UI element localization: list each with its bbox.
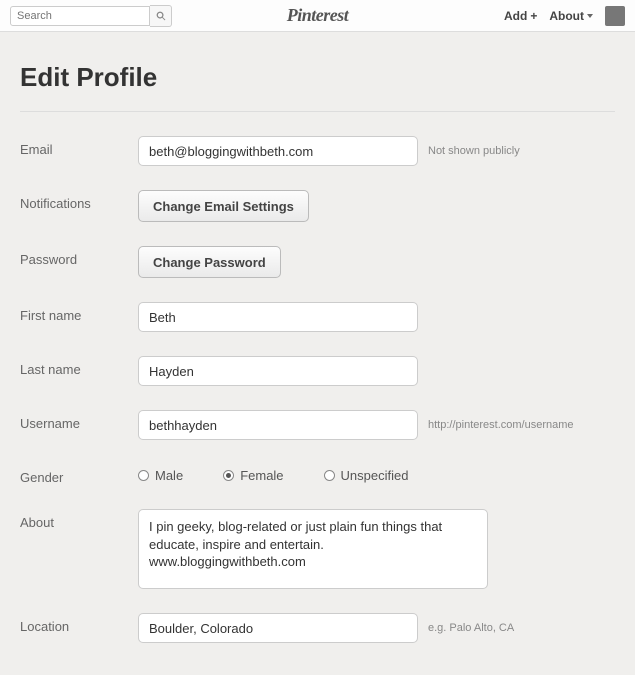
label-notifications: Notifications — [20, 190, 138, 211]
page-title: Edit Profile — [20, 62, 615, 93]
chevron-down-icon — [587, 14, 593, 18]
page: Edit Profile Email Not shown publicly No… — [0, 32, 635, 675]
change-password-button[interactable]: Change Password — [138, 246, 281, 278]
radio-circle-icon — [138, 470, 149, 481]
plus-icon: + — [530, 9, 537, 23]
logo: Pinterest — [287, 5, 349, 26]
radio-unspecified[interactable]: Unspecified — [324, 468, 409, 483]
search-input[interactable] — [10, 6, 150, 26]
row-first-name: First name — [20, 290, 615, 344]
menu-about[interactable]: About — [549, 9, 593, 23]
label-first-name: First name — [20, 302, 138, 323]
row-username: Username http://pinterest.com/username — [20, 398, 615, 452]
email-hint: Not shown publicly — [428, 145, 520, 157]
row-email: Email Not shown publicly — [20, 124, 615, 178]
username-hint: http://pinterest.com/username — [428, 419, 574, 431]
radio-circle-icon — [324, 470, 335, 481]
avatar[interactable] — [605, 6, 625, 26]
topbar: Pinterest Add + About — [0, 0, 635, 32]
radio-male[interactable]: Male — [138, 468, 183, 483]
menu-add-label: Add — [504, 9, 527, 23]
row-about: About — [20, 497, 615, 601]
radio-male-label: Male — [155, 468, 183, 483]
first-name-input[interactable] — [138, 302, 418, 332]
radio-female-label: Female — [240, 468, 283, 483]
label-email: Email — [20, 136, 138, 157]
search-button[interactable] — [150, 5, 172, 27]
row-notifications: Notifications Change Email Settings — [20, 178, 615, 234]
label-location: Location — [20, 613, 138, 634]
email-input[interactable] — [138, 136, 418, 166]
menu-about-label: About — [549, 9, 584, 23]
radio-unspecified-label: Unspecified — [341, 468, 409, 483]
divider — [20, 111, 615, 112]
search-wrap — [10, 5, 172, 27]
row-password: Password Change Password — [20, 234, 615, 290]
label-password: Password — [20, 246, 138, 267]
row-gender: Gender Male Female Unspecified — [20, 452, 615, 497]
menu-add[interactable]: Add + — [504, 9, 537, 23]
last-name-input[interactable] — [138, 356, 418, 386]
change-email-settings-button[interactable]: Change Email Settings — [138, 190, 309, 222]
row-location: Location e.g. Palo Alto, CA — [20, 601, 615, 655]
username-input[interactable] — [138, 410, 418, 440]
label-gender: Gender — [20, 464, 138, 485]
search-icon — [156, 11, 166, 21]
radio-circle-checked-icon — [223, 470, 234, 481]
top-right-menu: Add + About — [504, 6, 625, 26]
about-textarea[interactable] — [138, 509, 488, 589]
label-username: Username — [20, 410, 138, 431]
label-about: About — [20, 509, 138, 530]
label-last-name: Last name — [20, 356, 138, 377]
radio-female[interactable]: Female — [223, 468, 283, 483]
location-input[interactable] — [138, 613, 418, 643]
row-last-name: Last name — [20, 344, 615, 398]
location-hint: e.g. Palo Alto, CA — [428, 622, 514, 634]
